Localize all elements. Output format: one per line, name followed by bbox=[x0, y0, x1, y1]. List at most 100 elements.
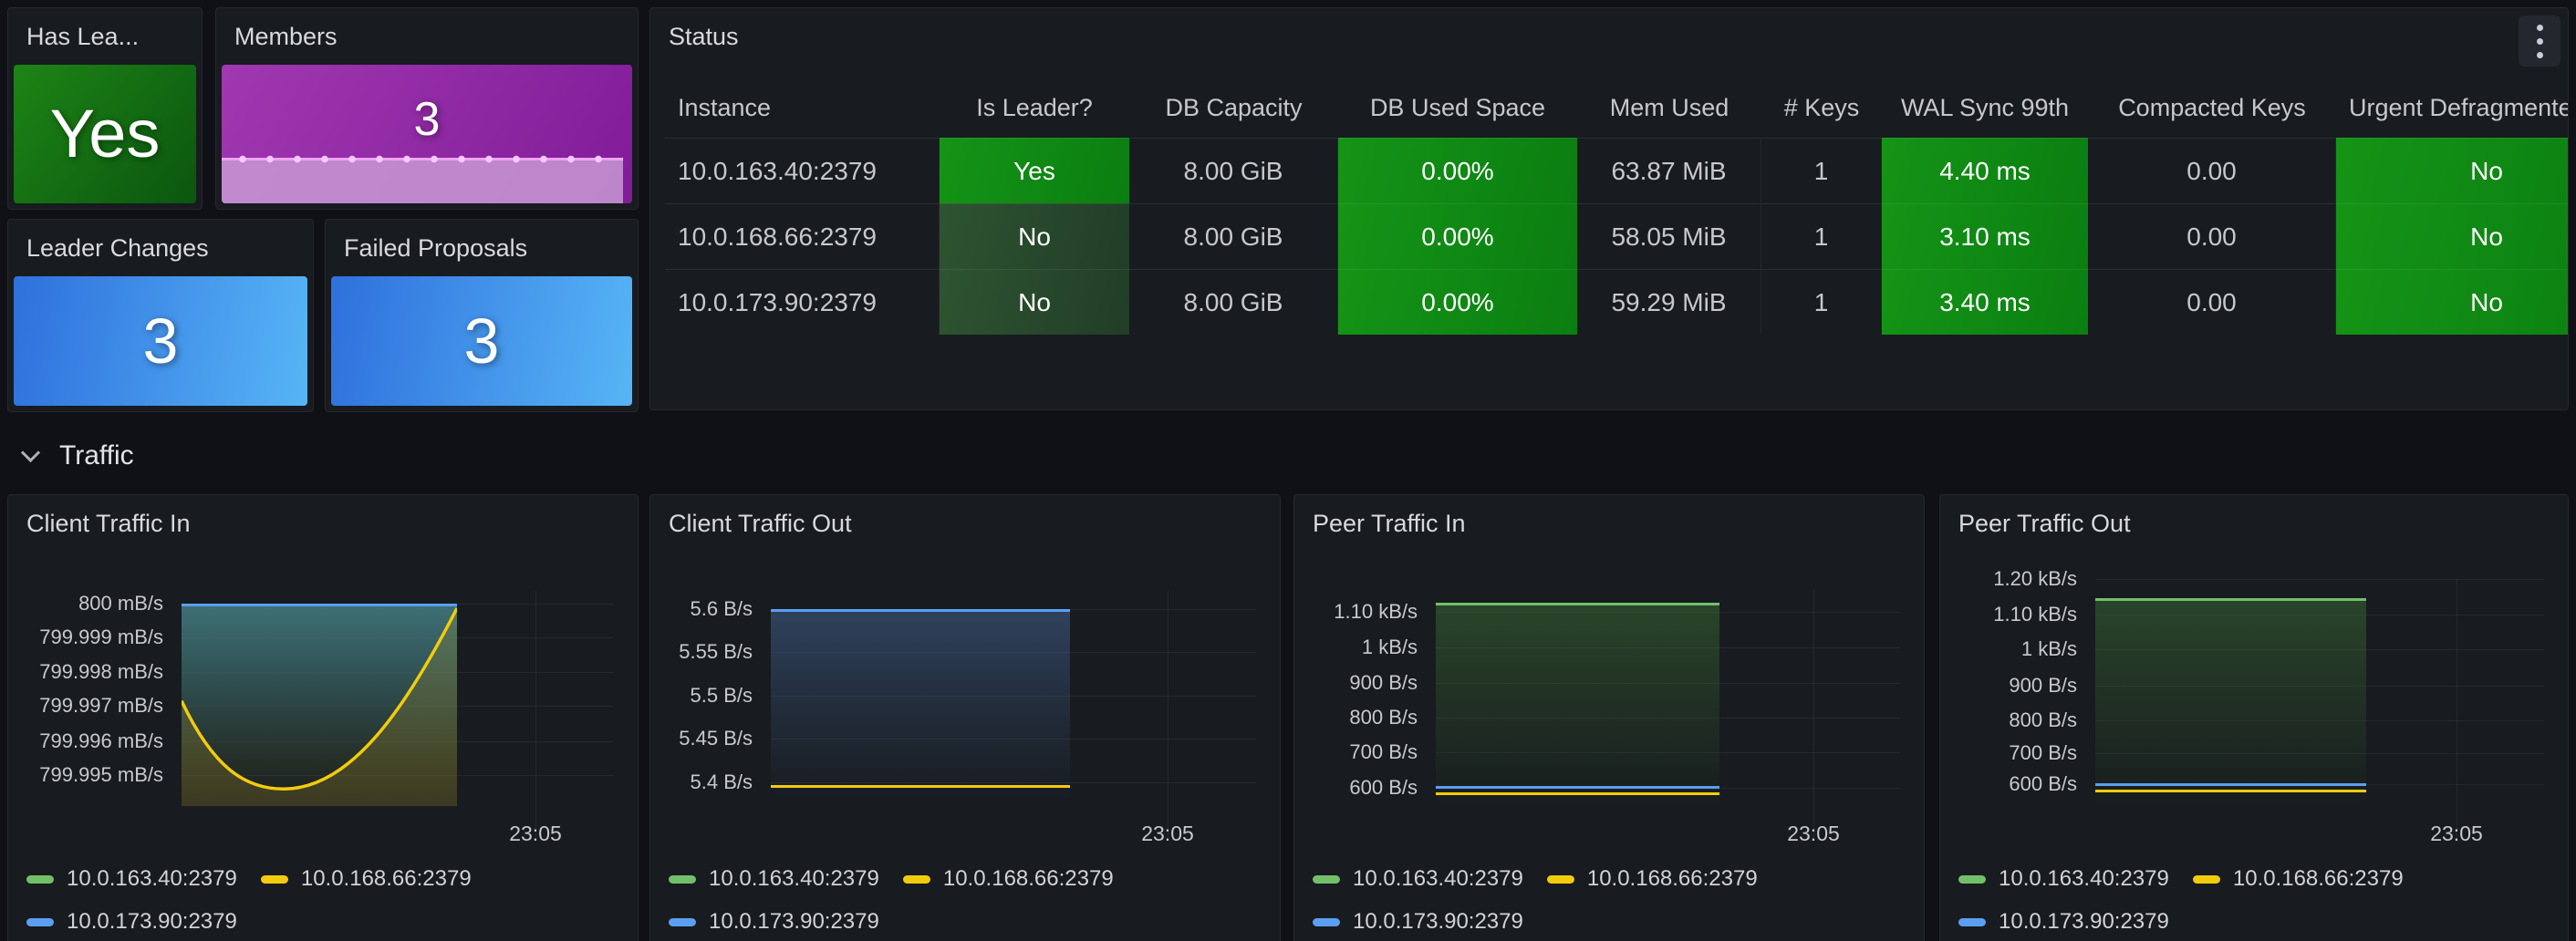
y-tick-label: 600 B/s bbox=[1349, 775, 1418, 801]
panel-title-has-leader[interactable]: Has Lea... bbox=[26, 23, 139, 51]
panel-title-failed-proposals[interactable]: Failed Proposals bbox=[344, 234, 527, 263]
cell-db-used: 0.00% bbox=[1338, 138, 1577, 203]
legend-label: 10.0.168.66:2379 bbox=[943, 866, 1114, 892]
y-tick-label: 1.10 kB/s bbox=[1334, 599, 1418, 625]
col-header-compacted-keys[interactable]: Compacted Keys bbox=[2088, 78, 2336, 138]
members-value-block: 3 bbox=[222, 65, 632, 203]
series-line-yellow bbox=[2095, 790, 2366, 792]
legend-item[interactable]: 10.0.173.90:2379 bbox=[1958, 909, 2169, 935]
y-tick-label: 5.4 B/s bbox=[691, 770, 753, 795]
legend-item[interactable]: 10.0.163.40:2379 bbox=[26, 866, 237, 892]
panel-title-status[interactable]: Status bbox=[669, 23, 739, 51]
y-tick-label: 5.55 B/s bbox=[679, 639, 753, 665]
legend-row: 10.0.173.90:2379 bbox=[1313, 909, 1523, 935]
col-header-instance[interactable]: Instance bbox=[665, 78, 940, 138]
y-tick-label: 1 kB/s bbox=[2021, 636, 2077, 662]
row-toggle-traffic[interactable]: Traffic bbox=[0, 427, 134, 485]
legend-row: 10.0.163.40:2379 10.0.168.66:2379 bbox=[26, 866, 472, 892]
y-tick-label: 1.20 kB/s bbox=[1993, 566, 2077, 592]
cell-db-used: 0.00% bbox=[1338, 203, 1577, 269]
chevron-down-icon bbox=[21, 442, 40, 461]
y-tick-label: 799.999 mB/s bbox=[39, 625, 163, 650]
cell-mem-used: 58.05 MiB bbox=[1577, 203, 1761, 269]
panel-title-leader-changes[interactable]: Leader Changes bbox=[26, 234, 209, 263]
y-tick-label: 900 B/s bbox=[2009, 673, 2077, 698]
legend-label: 10.0.173.90:2379 bbox=[1353, 909, 1523, 935]
col-header-db-used-space[interactable]: DB Used Space bbox=[1338, 78, 1577, 138]
col-header-urgent-defragment[interactable]: Urgent Defragmented bbox=[2336, 78, 2568, 138]
failed-proposals-value: 3 bbox=[464, 309, 500, 373]
gridline bbox=[1168, 591, 1169, 837]
col-header-mem-used[interactable]: Mem Used bbox=[1577, 78, 1761, 138]
y-tick-label: 5.45 B/s bbox=[679, 726, 753, 751]
legend-item[interactable]: 10.0.173.90:2379 bbox=[669, 909, 879, 935]
cell-wal-sync: 3.10 ms bbox=[1882, 203, 2088, 269]
legend-label: 10.0.168.66:2379 bbox=[301, 866, 472, 892]
y-tick-label: 700 B/s bbox=[1349, 739, 1418, 765]
y-tick-label: 800 mB/s bbox=[78, 591, 163, 616]
cell-is-leader: No bbox=[940, 269, 1129, 335]
col-header-is-leader[interactable]: Is Leader? bbox=[940, 78, 1129, 138]
y-tick-label: 1 kB/s bbox=[1362, 635, 1418, 660]
legend-item[interactable]: 10.0.168.66:2379 bbox=[2193, 866, 2404, 892]
row-label: Traffic bbox=[59, 440, 134, 471]
legend-item[interactable]: 10.0.163.40:2379 bbox=[1313, 866, 1523, 892]
legend-item[interactable]: 10.0.168.66:2379 bbox=[1547, 866, 1758, 892]
series-curve bbox=[182, 606, 457, 806]
series-color-pill bbox=[26, 875, 54, 884]
panel-title-members[interactable]: Members bbox=[234, 23, 338, 51]
has-leader-value: Yes bbox=[50, 100, 161, 168]
legend-label: 10.0.163.40:2379 bbox=[709, 866, 879, 892]
legend-item[interactable]: 10.0.168.66:2379 bbox=[261, 866, 472, 892]
legend-item[interactable]: 10.0.163.40:2379 bbox=[669, 866, 879, 892]
y-tick-label: 799.996 mB/s bbox=[39, 729, 163, 754]
series-line-blue bbox=[1436, 786, 1719, 789]
panel-has-leader: Has Lea... Yes bbox=[7, 7, 203, 210]
legend-label: 10.0.168.66:2379 bbox=[2233, 866, 2404, 892]
legend-label: 10.0.163.40:2379 bbox=[67, 866, 237, 892]
col-header-db-capacity[interactable]: DB Capacity bbox=[1129, 78, 1338, 138]
cell-is-leader: No bbox=[940, 203, 1129, 269]
panel-client-traffic-in: Client Traffic In 800 mB/s 799.999 mB/s … bbox=[7, 494, 639, 941]
panel-title-client-traffic-out[interactable]: Client Traffic Out bbox=[669, 510, 852, 538]
gridline bbox=[1813, 591, 1814, 837]
series-line-blue bbox=[2095, 783, 2366, 786]
cell-keys: 1 bbox=[1761, 138, 1882, 203]
series-area bbox=[1436, 603, 1719, 808]
legend-row: 10.0.163.40:2379 10.0.168.66:2379 bbox=[1313, 866, 1758, 892]
gridline bbox=[2095, 579, 2544, 580]
y-tick-label: 799.995 mB/s bbox=[39, 762, 163, 788]
series-color-pill bbox=[1958, 875, 1986, 884]
panel-menu-kebab-icon[interactable] bbox=[2519, 16, 2560, 67]
series-line-yellow bbox=[1436, 792, 1719, 795]
y-tick-label: 1.10 kB/s bbox=[1993, 602, 2077, 627]
cell-compacted: 0.00 bbox=[2088, 138, 2336, 203]
series-color-pill bbox=[1313, 918, 1340, 926]
cell-mem-used: 59.29 MiB bbox=[1577, 269, 1761, 335]
panel-status: Status Instance Is Leader? DB Capacity D… bbox=[649, 7, 2569, 410]
members-sparkline bbox=[222, 158, 623, 203]
col-header-keys[interactable]: # Keys bbox=[1761, 78, 1882, 138]
legend-item[interactable]: 10.0.173.90:2379 bbox=[26, 909, 237, 935]
panel-peer-traffic-out: Peer Traffic Out 1.20 kB/s 1.10 kB/s 1 k… bbox=[1939, 494, 2569, 941]
series-color-pill bbox=[669, 918, 696, 926]
cell-instance: 10.0.173.90:2379 bbox=[665, 269, 940, 335]
legend-row: 10.0.163.40:2379 10.0.168.66:2379 bbox=[1958, 866, 2404, 892]
legend-item[interactable]: 10.0.173.90:2379 bbox=[1313, 909, 1523, 935]
panel-failed-proposals: Failed Proposals 3 bbox=[325, 219, 639, 412]
series-color-pill bbox=[1958, 918, 1986, 926]
status-table: Instance Is Leader? DB Capacity DB Used … bbox=[665, 78, 2568, 395]
panel-title-peer-traffic-in[interactable]: Peer Traffic In bbox=[1313, 510, 1466, 538]
cell-instance: 10.0.163.40:2379 bbox=[665, 138, 940, 203]
panel-title-peer-traffic-out[interactable]: Peer Traffic Out bbox=[1958, 510, 2131, 538]
panel-title-client-traffic-in[interactable]: Client Traffic In bbox=[26, 510, 191, 538]
series-color-pill bbox=[903, 875, 930, 884]
cell-db-capacity: 8.00 GiB bbox=[1129, 138, 1338, 203]
legend-item[interactable]: 10.0.168.66:2379 bbox=[903, 866, 1114, 892]
y-tick-label: 799.997 mB/s bbox=[39, 693, 163, 719]
x-tick-label: 23:05 bbox=[494, 822, 576, 846]
col-header-wal-sync[interactable]: WAL Sync 99th bbox=[1882, 78, 2088, 138]
panel-peer-traffic-in: Peer Traffic In 1.10 kB/s 1 kB/s 900 B/s… bbox=[1293, 494, 1925, 941]
legend-item[interactable]: 10.0.163.40:2379 bbox=[1958, 866, 2169, 892]
x-tick-label: 23:05 bbox=[1127, 822, 1209, 846]
